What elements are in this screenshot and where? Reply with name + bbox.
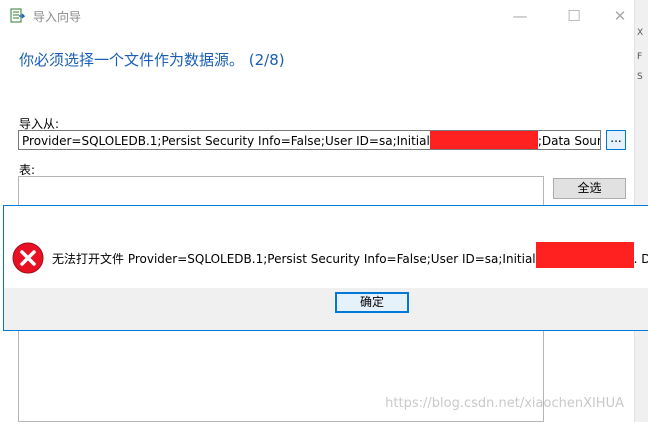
error-message: 无法打开文件 Provider=SQLOLEDB.1;Persist Secur… xyxy=(52,241,648,268)
ok-button[interactable]: 确定 xyxy=(335,292,409,313)
redaction-block xyxy=(535,241,634,268)
edge-mark: F xyxy=(637,52,643,62)
connection-string-prefix: Provider=SQLOLEDB.1;Persist Security Inf… xyxy=(22,134,430,148)
error-dialog: 无法打开文件 Provider=SQLOLEDB.1;Persist Secur… xyxy=(3,205,648,331)
redaction-block xyxy=(429,131,538,149)
window-title: 导入向导 xyxy=(33,10,82,24)
maximize-button[interactable]: ☐ xyxy=(551,2,597,30)
error-icon xyxy=(12,242,44,274)
edge-mark: S xyxy=(637,72,643,82)
error-message-suffix: . Dat xyxy=(633,252,648,266)
title-bar[interactable]: 导入向导 — ☐ ✕ xyxy=(0,0,634,32)
app-icon xyxy=(10,8,25,23)
connection-string-field[interactable]: Provider=SQLOLEDB.1;Persist Security Inf… xyxy=(18,130,601,150)
connection-string-suffix: ;Data Source= xyxy=(537,134,600,148)
minimize-button[interactable]: — xyxy=(497,2,543,30)
watermark: https://blog.csdn.net/xiaochenXIHUA xyxy=(385,396,624,411)
dialog-title-bar[interactable] xyxy=(4,206,648,232)
dialog-body: 无法打开文件 Provider=SQLOLEDB.1;Persist Secur… xyxy=(4,232,648,288)
page-heading: 你必须选择一个文件作为数据源。 (2/8) xyxy=(19,51,285,69)
error-message-prefix: 无法打开文件 Provider=SQLOLEDB.1;Persist Secur… xyxy=(52,252,536,266)
edge-mark: X xyxy=(637,28,644,38)
select-all-button[interactable]: 全选 xyxy=(553,178,626,199)
browse-button[interactable]: ... xyxy=(606,130,626,150)
